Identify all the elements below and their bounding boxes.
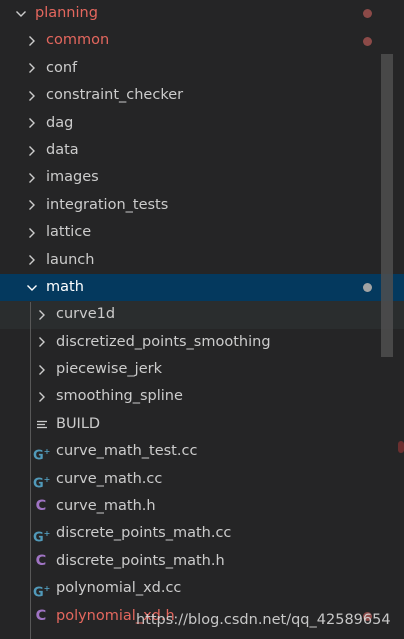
tree-folder-math[interactable]: math bbox=[0, 273, 404, 302]
cpp-icon: G+ bbox=[33, 529, 51, 546]
lines-icon bbox=[34, 411, 50, 438]
vertical-scrollbar-thumb[interactable] bbox=[381, 54, 393, 357]
file-label: curve_math.cc bbox=[56, 470, 163, 487]
folder-label: math bbox=[46, 278, 84, 295]
chevron-right-icon bbox=[35, 383, 49, 410]
chevron-right-icon bbox=[25, 164, 39, 191]
cpp-icon: G+ bbox=[33, 584, 51, 601]
tree-folder-piecewise-jerk[interactable]: piecewise_jerk bbox=[0, 356, 404, 383]
chevron-right-icon bbox=[25, 110, 39, 137]
tree-folder-common[interactable]: common bbox=[0, 27, 404, 54]
chevron-right-icon bbox=[25, 192, 39, 219]
folder-label: integration_tests bbox=[46, 196, 169, 213]
file-explorer-tree: planning common conf constraint_checker … bbox=[0, 0, 404, 630]
overview-ruler-marker bbox=[398, 441, 404, 453]
c-header-icon: C bbox=[35, 607, 47, 624]
file-label: polynomial_xd.cc bbox=[56, 580, 182, 597]
folder-label: discretized_points_smoothing bbox=[56, 333, 271, 350]
chevron-right-icon bbox=[25, 55, 39, 82]
folder-label: planning bbox=[35, 5, 98, 21]
tree-file-discrete-points-math-h[interactable]: C discrete_points_math.h bbox=[0, 548, 404, 575]
folder-label: curve1d bbox=[56, 306, 116, 323]
indent-guide bbox=[30, 302, 31, 639]
tree-folder-data[interactable]: data bbox=[0, 137, 404, 164]
file-label: BUILD bbox=[56, 415, 101, 432]
folder-label: constraint_checker bbox=[46, 87, 184, 104]
chevron-right-icon bbox=[35, 356, 49, 383]
tree-folder-integration-tests[interactable]: integration_tests bbox=[0, 192, 404, 219]
tree-file-curve-math-test-cc[interactable]: G+ curve_math_test.cc bbox=[0, 438, 404, 465]
chevron-right-icon bbox=[25, 137, 39, 164]
chevron-right-icon bbox=[25, 247, 39, 274]
tree-folder-planning[interactable]: planning bbox=[0, 0, 404, 27]
file-label: curve_math_test.cc bbox=[56, 443, 198, 460]
tree-folder-launch[interactable]: launch bbox=[0, 247, 404, 274]
file-label: discrete_points_math.cc bbox=[56, 525, 232, 542]
modified-indicator-dot bbox=[363, 36, 372, 46]
c-header-icon: C bbox=[35, 552, 47, 569]
tree-file-polynomial-xd-cc[interactable]: G+ polynomial_xd.cc bbox=[0, 575, 404, 602]
watermark-text: https://blog.csdn.net/qq_42589654 bbox=[136, 612, 391, 628]
folder-label: common bbox=[46, 32, 110, 49]
folder-label: images bbox=[46, 169, 99, 186]
tree-folder-images[interactable]: images bbox=[0, 164, 404, 191]
chevron-right-icon bbox=[35, 329, 49, 356]
tree-folder-dag[interactable]: dag bbox=[0, 110, 404, 137]
chevron-down-icon bbox=[14, 0, 28, 27]
file-label: curve_math.h bbox=[56, 498, 156, 515]
folder-label: data bbox=[46, 141, 79, 158]
cpp-icon: G+ bbox=[33, 474, 51, 491]
tree-folder-constraint-checker[interactable]: constraint_checker bbox=[0, 82, 404, 109]
folder-label: launch bbox=[46, 251, 95, 268]
tree-file-discrete-points-math-cc[interactable]: G+ discrete_points_math.cc bbox=[0, 520, 404, 547]
tree-folder-lattice[interactable]: lattice bbox=[0, 219, 404, 246]
folder-label: smoothing_spline bbox=[56, 388, 183, 405]
chevron-right-icon bbox=[25, 27, 39, 54]
tree-folder-conf[interactable]: conf bbox=[0, 55, 404, 82]
folder-label: dag bbox=[46, 114, 74, 131]
cpp-icon: G+ bbox=[33, 447, 51, 464]
chevron-right-icon bbox=[25, 219, 39, 246]
tree-folder-smoothing-spline[interactable]: smoothing_spline bbox=[0, 383, 404, 410]
folder-label: piecewise_jerk bbox=[56, 361, 162, 378]
folder-label: lattice bbox=[46, 224, 92, 241]
tree-file-curve-math-h[interactable]: C curve_math.h bbox=[0, 493, 404, 520]
status-indicator-dot bbox=[363, 283, 372, 293]
c-header-icon: C bbox=[35, 498, 47, 515]
tree-folder-discretized-points-smoothing[interactable]: discretized_points_smoothing bbox=[0, 329, 404, 356]
file-label: discrete_points_math.h bbox=[56, 552, 225, 569]
tree-folder-curve1d[interactable]: curve1d bbox=[0, 301, 404, 329]
chevron-down-icon bbox=[25, 274, 39, 301]
chevron-right-icon bbox=[35, 301, 49, 328]
folder-label: conf bbox=[46, 59, 78, 76]
chevron-right-icon bbox=[25, 82, 39, 109]
modified-indicator-dot bbox=[363, 9, 372, 19]
tree-file-build[interactable]: BUILD bbox=[0, 411, 404, 438]
tree-file-curve-math-cc[interactable]: G+ curve_math.cc bbox=[0, 466, 404, 493]
